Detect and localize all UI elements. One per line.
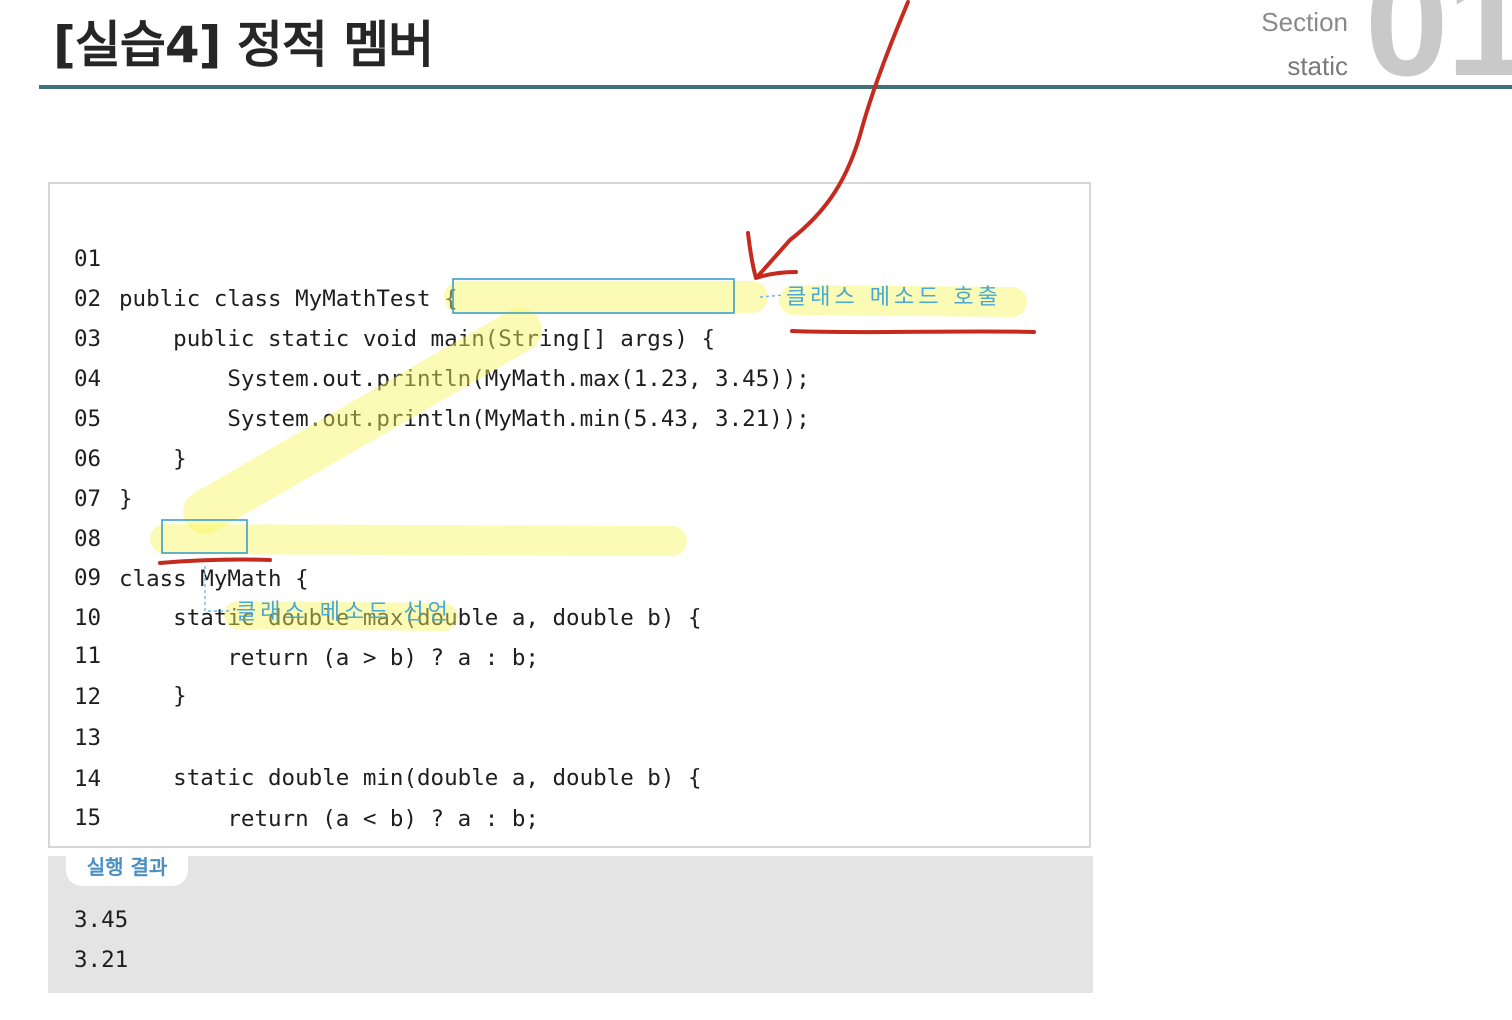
code-text: class MyMath {	[119, 566, 309, 592]
code-text: return (a < b) ? a : b;	[119, 806, 539, 832]
code-text: public class MyMathTest {	[119, 286, 458, 312]
code-line: 04 System.out.println(MyMath.min(5.43, 3…	[50, 319, 810, 432]
code-line: 03 System.out.println(MyMath.max(1.23, 3…	[50, 279, 810, 392]
code-line: 15 }	[50, 758, 187, 871]
code-text: }	[119, 446, 187, 472]
code-line: 10 return (a > b) ? a : b;	[50, 558, 539, 671]
code-line: 14 return (a < b) ? a : b;	[50, 719, 539, 832]
output-panel: 3.45 3.21	[48, 856, 1093, 993]
code-text: static double min(double a, double b) {	[119, 765, 702, 791]
code-line: 08 class MyMath {	[50, 479, 309, 592]
code-line: 09 static double max(double a, double b)…	[50, 518, 701, 631]
code-listing: 01 public class MyMathTest { 02 public s…	[48, 182, 1091, 911]
code-line: 12	[50, 637, 104, 710]
output-line: 3.45	[74, 907, 129, 933]
code-text: System.out.println(MyMath.min(5.43, 3.21…	[119, 406, 810, 432]
declaration-annotation-label: 클래스 메소드 선언	[236, 600, 452, 625]
code-line: 02 public static void main(String[] args…	[50, 239, 715, 352]
code-text: }	[119, 683, 187, 709]
code-line: 05 }	[50, 359, 187, 472]
code-line: 07	[50, 439, 104, 512]
code-line: 11 }	[50, 596, 187, 709]
code-line: 13 static double min(double a, double b)…	[50, 678, 701, 791]
code-line: 06 }	[50, 399, 133, 512]
output-line: 3.21	[74, 947, 129, 973]
code-text: System.out.println(MyMath.max(1.23, 3.45…	[119, 366, 810, 392]
call-annotation-label: 클래스 메소드 호출	[786, 285, 1002, 310]
code-text: }	[119, 486, 133, 512]
code-text: public static void main(String[] args) {	[119, 326, 716, 352]
code-text: return (a > b) ? a : b;	[119, 645, 539, 671]
output-tab-label: 실행 결과	[66, 848, 188, 886]
code-line: 01 public class MyMathTest {	[50, 199, 458, 312]
code-line: 16 }	[50, 798, 133, 911]
